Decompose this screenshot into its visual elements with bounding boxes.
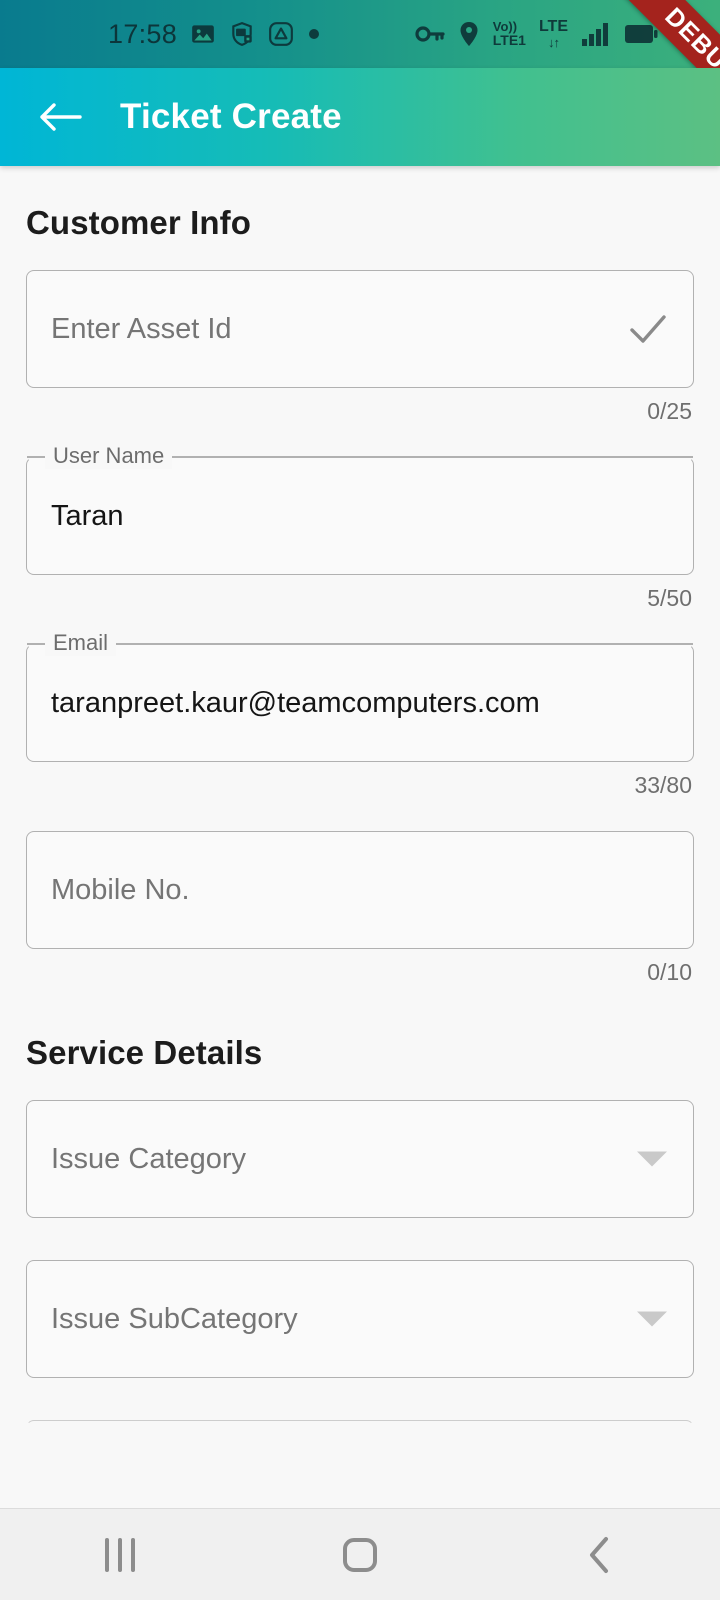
user-name-input[interactable]: User Name Taran <box>26 443 694 575</box>
nav-home-button[interactable] <box>285 1509 435 1600</box>
email-label: Email <box>45 630 117 657</box>
volte-icon: Vo)) LTE1 <box>493 20 526 48</box>
status-bar-clock: 17:58 <box>108 18 178 49</box>
field-group-email: Email taranpreet.kaur@teamcomputers.com … <box>26 630 694 799</box>
user-name-label: User Name <box>45 443 173 470</box>
email-value: taranpreet.kaur@teamcomputers.com <box>51 686 540 719</box>
volte-top-label: Vo)) <box>492 19 518 35</box>
field-group-issue-category: Issue Category <box>26 1100 694 1218</box>
nav-recents-button[interactable] <box>45 1509 195 1600</box>
status-bar: 17:58 Vo)) LTE1 LTE ↓↑ DEBUG <box>0 0 720 68</box>
shield-lock-icon <box>229 21 255 47</box>
mobile-no-placeholder: Mobile No. <box>51 873 190 906</box>
notch-left-segment <box>27 643 45 645</box>
section-heading-customer-info: Customer Info <box>26 204 251 241</box>
field-group-next-partial <box>26 1420 694 1460</box>
chevron-down-icon[interactable] <box>637 1151 667 1167</box>
dot-icon <box>307 27 321 41</box>
field-group-issue-subcategory: Issue SubCategory <box>26 1260 694 1378</box>
mobile-no-counter: 0/10 <box>647 959 692 985</box>
mobile-no-input[interactable]: Mobile No. <box>26 831 694 949</box>
field-group-user-name: User Name Taran 5/50 <box>26 443 694 612</box>
check-icon[interactable] <box>629 314 667 344</box>
user-name-value: Taran <box>51 499 124 532</box>
phone-screen: 17:58 Vo)) LTE1 LTE ↓↑ DEBUG Ticket Crea… <box>0 0 720 1600</box>
issue-subcategory-dropdown[interactable]: Issue SubCategory <box>26 1260 694 1378</box>
lte-label: LTE <box>538 18 568 36</box>
nav-back-button[interactable] <box>525 1509 675 1600</box>
asset-id-counter: 0/25 <box>647 398 692 424</box>
status-bar-right: Vo)) LTE1 LTE ↓↑ <box>415 0 658 68</box>
issue-category-dropdown[interactable]: Issue Category <box>26 1100 694 1218</box>
location-pin-icon <box>458 21 480 47</box>
issue-subcategory-placeholder: Issue SubCategory <box>51 1302 298 1335</box>
issue-category-placeholder: Issue Category <box>51 1142 247 1175</box>
system-nav-bar <box>0 1508 720 1600</box>
user-name-notch: User Name <box>27 443 693 470</box>
back-arrow-icon <box>40 103 82 131</box>
drive-triangle-icon <box>268 21 294 47</box>
asset-id-placeholder: Enter Asset Id <box>51 312 232 345</box>
notch-right-segment <box>172 456 693 458</box>
data-arrows-icon: ↓↑ <box>547 34 560 50</box>
chevron-down-icon[interactable] <box>637 1311 667 1327</box>
app-bar: Ticket Create <box>0 68 720 166</box>
back-button[interactable] <box>22 79 98 155</box>
field-group-asset-id: Enter Asset Id 0/25 <box>26 270 694 425</box>
user-name-counter: 5/50 <box>647 585 692 611</box>
image-icon <box>190 21 216 47</box>
volte-bottom-label: LTE1 <box>492 32 526 49</box>
recents-icon <box>105 1537 135 1572</box>
page-title: Ticket Create <box>120 97 342 136</box>
section-heading-service-details: Service Details <box>26 1034 263 1071</box>
notch-right-segment <box>116 643 693 645</box>
battery-icon <box>624 22 658 46</box>
email-notch: Email <box>27 630 693 657</box>
field-group-mobile-no: Mobile No. 0/10 <box>26 831 694 986</box>
key-icon <box>415 23 445 45</box>
notch-left-segment <box>27 456 45 458</box>
back-chevron-icon <box>590 1536 608 1573</box>
asset-id-input[interactable]: Enter Asset Id <box>26 270 694 388</box>
home-icon <box>343 1537 377 1572</box>
email-input[interactable]: Email taranpreet.kaur@teamcomputers.com <box>26 630 694 762</box>
signal-bars-icon <box>581 21 611 47</box>
status-bar-left: 17:58 <box>108 19 321 50</box>
lte-icon: LTE ↓↑ <box>538 18 568 50</box>
form-scroll-container[interactable]: Customer Info Enter Asset Id 0/25 User N… <box>0 166 720 1508</box>
email-counter: 33/80 <box>634 772 692 798</box>
next-field-partial[interactable] <box>26 1420 694 1460</box>
